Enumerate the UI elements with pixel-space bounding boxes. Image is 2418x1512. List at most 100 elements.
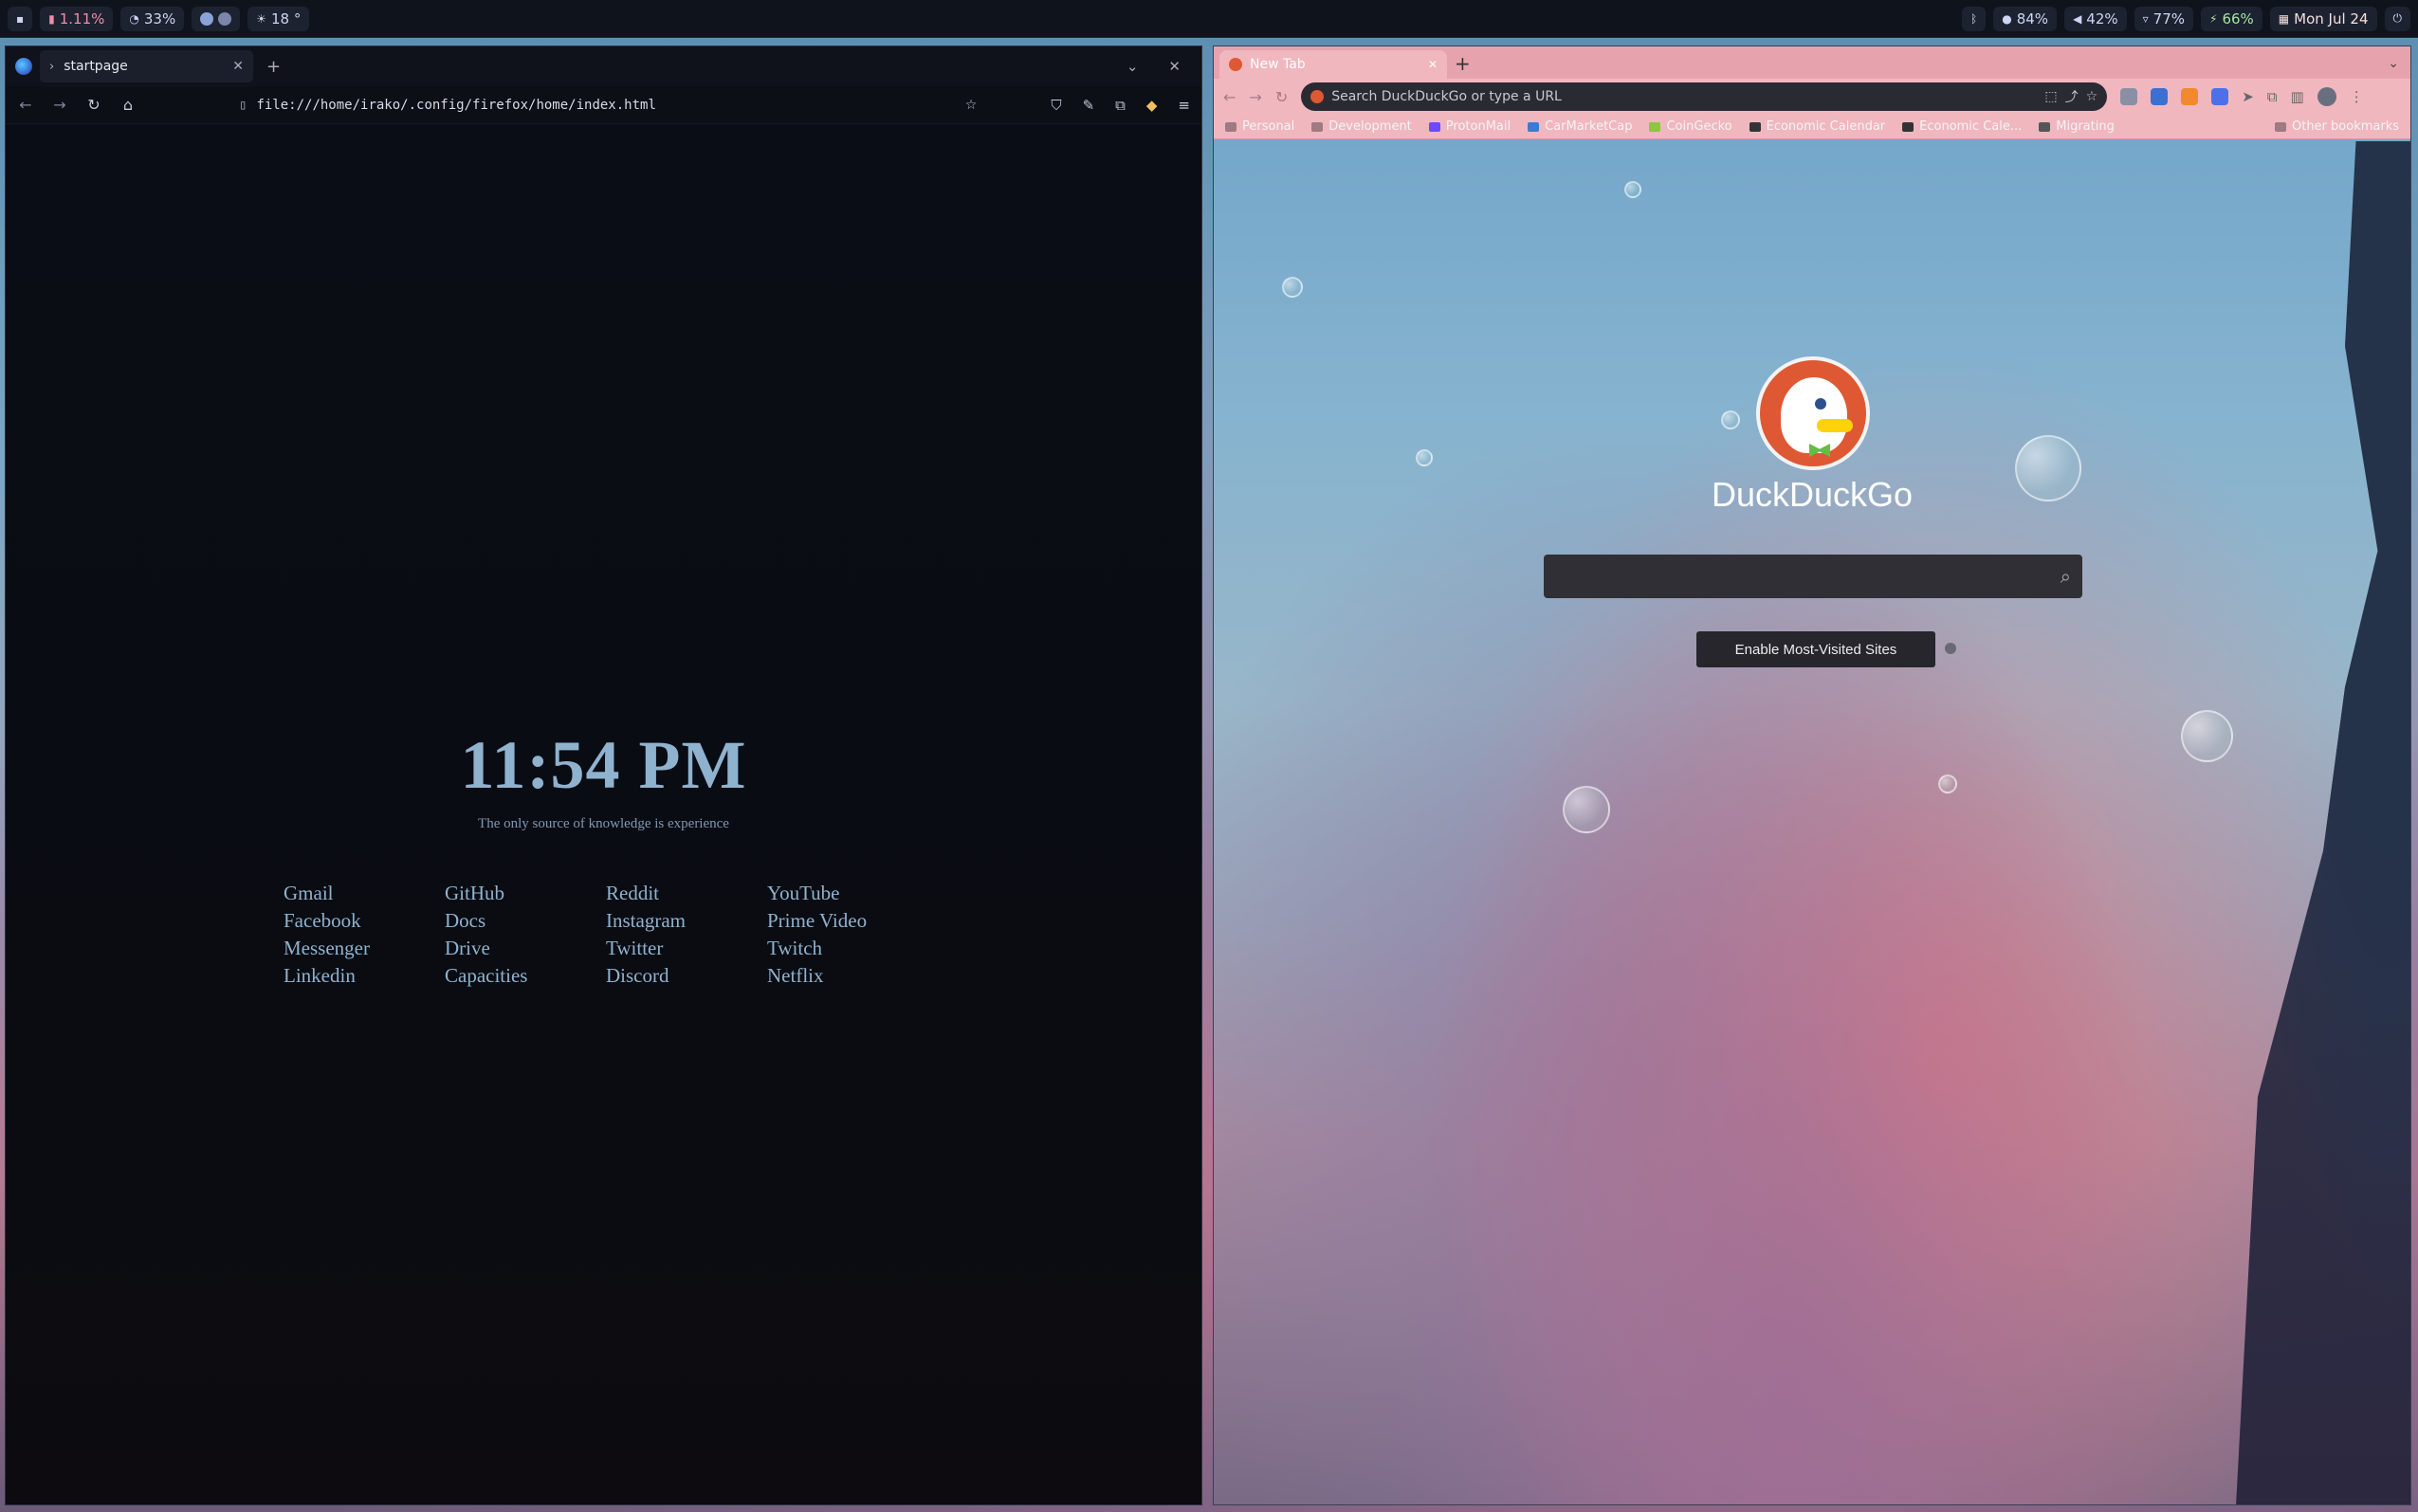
metamask-icon[interactable] (2181, 88, 2199, 105)
back-icon[interactable]: ← (17, 96, 34, 114)
workspace-1[interactable] (200, 11, 214, 26)
link-column: YouTube Prime Video Twitch Netflix (767, 883, 928, 987)
bookmark-item[interactable]: Migrating (2039, 119, 2115, 134)
bubble (1938, 774, 1957, 793)
link-gmail[interactable]: Gmail (284, 883, 445, 904)
link-twitter[interactable]: Twitter (606, 938, 767, 959)
share-icon[interactable]: ⤴ (2065, 87, 2079, 106)
page-icon: ▯ (239, 97, 247, 113)
forward-icon[interactable]: → (1249, 88, 1261, 106)
link-instagram[interactable]: Instagram (606, 910, 767, 932)
omnibox[interactable]: Search DuckDuckGo or type a URL ⬚ ⤴ ☆ (1301, 82, 2108, 111)
openai-icon (2039, 121, 2051, 132)
bookmark-label: Economic Calendar (1766, 119, 1886, 134)
install-icon[interactable]: ⬚ (2044, 89, 2057, 104)
sidepanel-icon[interactable]: ▥ (2291, 88, 2304, 105)
tab-close-icon[interactable]: ✕ (1428, 58, 1438, 71)
brightness-indicator[interactable]: ● 84% (1993, 6, 2058, 31)
profile-avatar[interactable] (2317, 87, 2336, 106)
memory-indicator[interactable]: ◔ 33% (120, 6, 185, 31)
tab-startpage[interactable]: › startpage ✕ (40, 50, 253, 82)
carmarketcap-icon (1528, 121, 1540, 132)
firefox-icon[interactable] (15, 58, 32, 75)
list-tabs-icon[interactable]: ⌄ (1115, 58, 1150, 75)
duckduckgo-search-box[interactable]: ⌕ (1544, 555, 2082, 598)
bookmark-folder[interactable]: Personal (1225, 119, 1294, 134)
other-bookmarks[interactable]: Other bookmarks (2274, 119, 2399, 134)
link-messenger[interactable]: Messenger (284, 938, 445, 959)
send-icon[interactable]: ➤ (2242, 88, 2254, 105)
puzzle-icon[interactable]: ⧉ (2267, 88, 2278, 105)
shield-extension-icon[interactable] (2120, 88, 2138, 105)
link-reddit[interactable]: Reddit (606, 883, 767, 904)
settings-icon[interactable] (1945, 643, 1956, 654)
reload-icon[interactable]: ↻ (85, 96, 102, 114)
calendar-icon (1902, 121, 1914, 132)
link-drive[interactable]: Drive (445, 938, 606, 959)
calendar-icon: ▦ (2278, 11, 2290, 26)
bookmark-folder[interactable]: Development (1311, 119, 1412, 134)
link-netflix[interactable]: Netflix (767, 965, 928, 987)
power-button[interactable]: ⏻ (2384, 6, 2410, 31)
url-bar[interactable]: ▯ file:///home/irako/.config/firefox/hom… (239, 98, 977, 113)
tab-label: New Tab (1250, 57, 1306, 72)
link-linkedin[interactable]: Linkedin (284, 965, 445, 987)
back-icon[interactable]: ← (1223, 88, 1236, 106)
link-facebook[interactable]: Facebook (284, 910, 445, 932)
tab-close-icon[interactable]: ✕ (232, 59, 244, 74)
new-tab-button[interactable]: + (1455, 52, 1471, 79)
extension-blue-icon[interactable] (2151, 88, 2169, 105)
enable-most-visited-button[interactable]: Enable Most-Visited Sites (1696, 631, 1935, 667)
tab-search-icon[interactable]: ⌄ (2388, 56, 2405, 79)
link-discord[interactable]: Discord (606, 965, 767, 987)
home-icon[interactable]: ⌂ (119, 96, 137, 114)
bookmark-item[interactable]: Economic Calendar (1749, 119, 1886, 134)
bluetooth-indicator[interactable]: ᛒ (1962, 6, 1987, 31)
weather-value: 18 ° (271, 9, 302, 27)
folder-icon (1311, 121, 1324, 132)
new-tab-button[interactable]: + (261, 57, 286, 77)
tab-new-tab[interactable]: New Tab ✕ (1219, 50, 1447, 79)
bookmark-star-icon[interactable]: ☆ (2086, 89, 2098, 104)
link-twitch[interactable]: Twitch (767, 938, 928, 959)
window-close-icon[interactable]: ✕ (1157, 58, 1192, 75)
search-icon[interactable]: ⌕ (2061, 565, 2071, 588)
url-text[interactable]: file:///home/irako/.config/firefox/home/… (256, 98, 955, 113)
weather-indicator[interactable]: ☀ 18 ° (247, 6, 310, 31)
wifi-indicator[interactable]: ▿ 77% (2134, 6, 2194, 31)
reload-icon[interactable]: ↻ (1275, 88, 1288, 106)
extensions-icon[interactable]: ⧉ (1115, 97, 1126, 114)
bookmark-item[interactable]: ProtonMail (1428, 119, 1511, 134)
bubble (1563, 786, 1610, 833)
bookmark-item[interactable]: CoinGecko (1649, 119, 1732, 134)
pocket-icon[interactable]: ⛉ (1051, 97, 1061, 114)
forward-icon[interactable]: → (51, 96, 68, 114)
link-capacities[interactable]: Capacities (445, 965, 606, 987)
link-column: Gmail Facebook Messenger Linkedin (284, 883, 445, 987)
workspace-2[interactable] (218, 11, 232, 26)
chrome-menu-icon[interactable]: ⋮ (2350, 88, 2364, 105)
extension-fox-icon[interactable]: ◆ (1146, 97, 1158, 114)
bookmark-label: Personal (1242, 119, 1295, 134)
link-youtube[interactable]: YouTube (767, 883, 928, 904)
tab-label: startpage (64, 59, 128, 74)
volume-indicator[interactable]: ◀ 42% (2064, 6, 2127, 31)
omnibox-placeholder[interactable]: Search DuckDuckGo or type a URL (1331, 89, 2037, 104)
launcher-button[interactable]: ▪ (8, 6, 33, 31)
bookmark-item[interactable]: CarMarketCap (1528, 119, 1632, 134)
search-input[interactable] (1555, 568, 2061, 585)
cpu-indicator[interactable]: ▮ 1.11% (40, 6, 114, 31)
link-github[interactable]: GitHub (445, 883, 606, 904)
bookmark-star-icon[interactable]: ☆ (965, 98, 978, 113)
brightness-icon: ● (2002, 11, 2012, 26)
date-indicator[interactable]: ▦ Mon Jul 24 (2269, 6, 2377, 31)
link-docs[interactable]: Docs (445, 910, 606, 932)
battery-indicator[interactable]: ⚡ 66% (2201, 6, 2262, 31)
menu-icon[interactable]: ≡ (1178, 97, 1190, 114)
link-prime-video[interactable]: Prime Video (767, 910, 928, 932)
tools-icon[interactable]: ✎ (1083, 97, 1095, 114)
folder-icon (2274, 121, 2286, 132)
toolbar-icons: ⛉ ✎ ⧉ ◆ ≡ (1051, 97, 1190, 114)
keplr-icon[interactable] (2211, 88, 2229, 105)
bookmark-item[interactable]: Economic Cale... (1902, 119, 2022, 134)
